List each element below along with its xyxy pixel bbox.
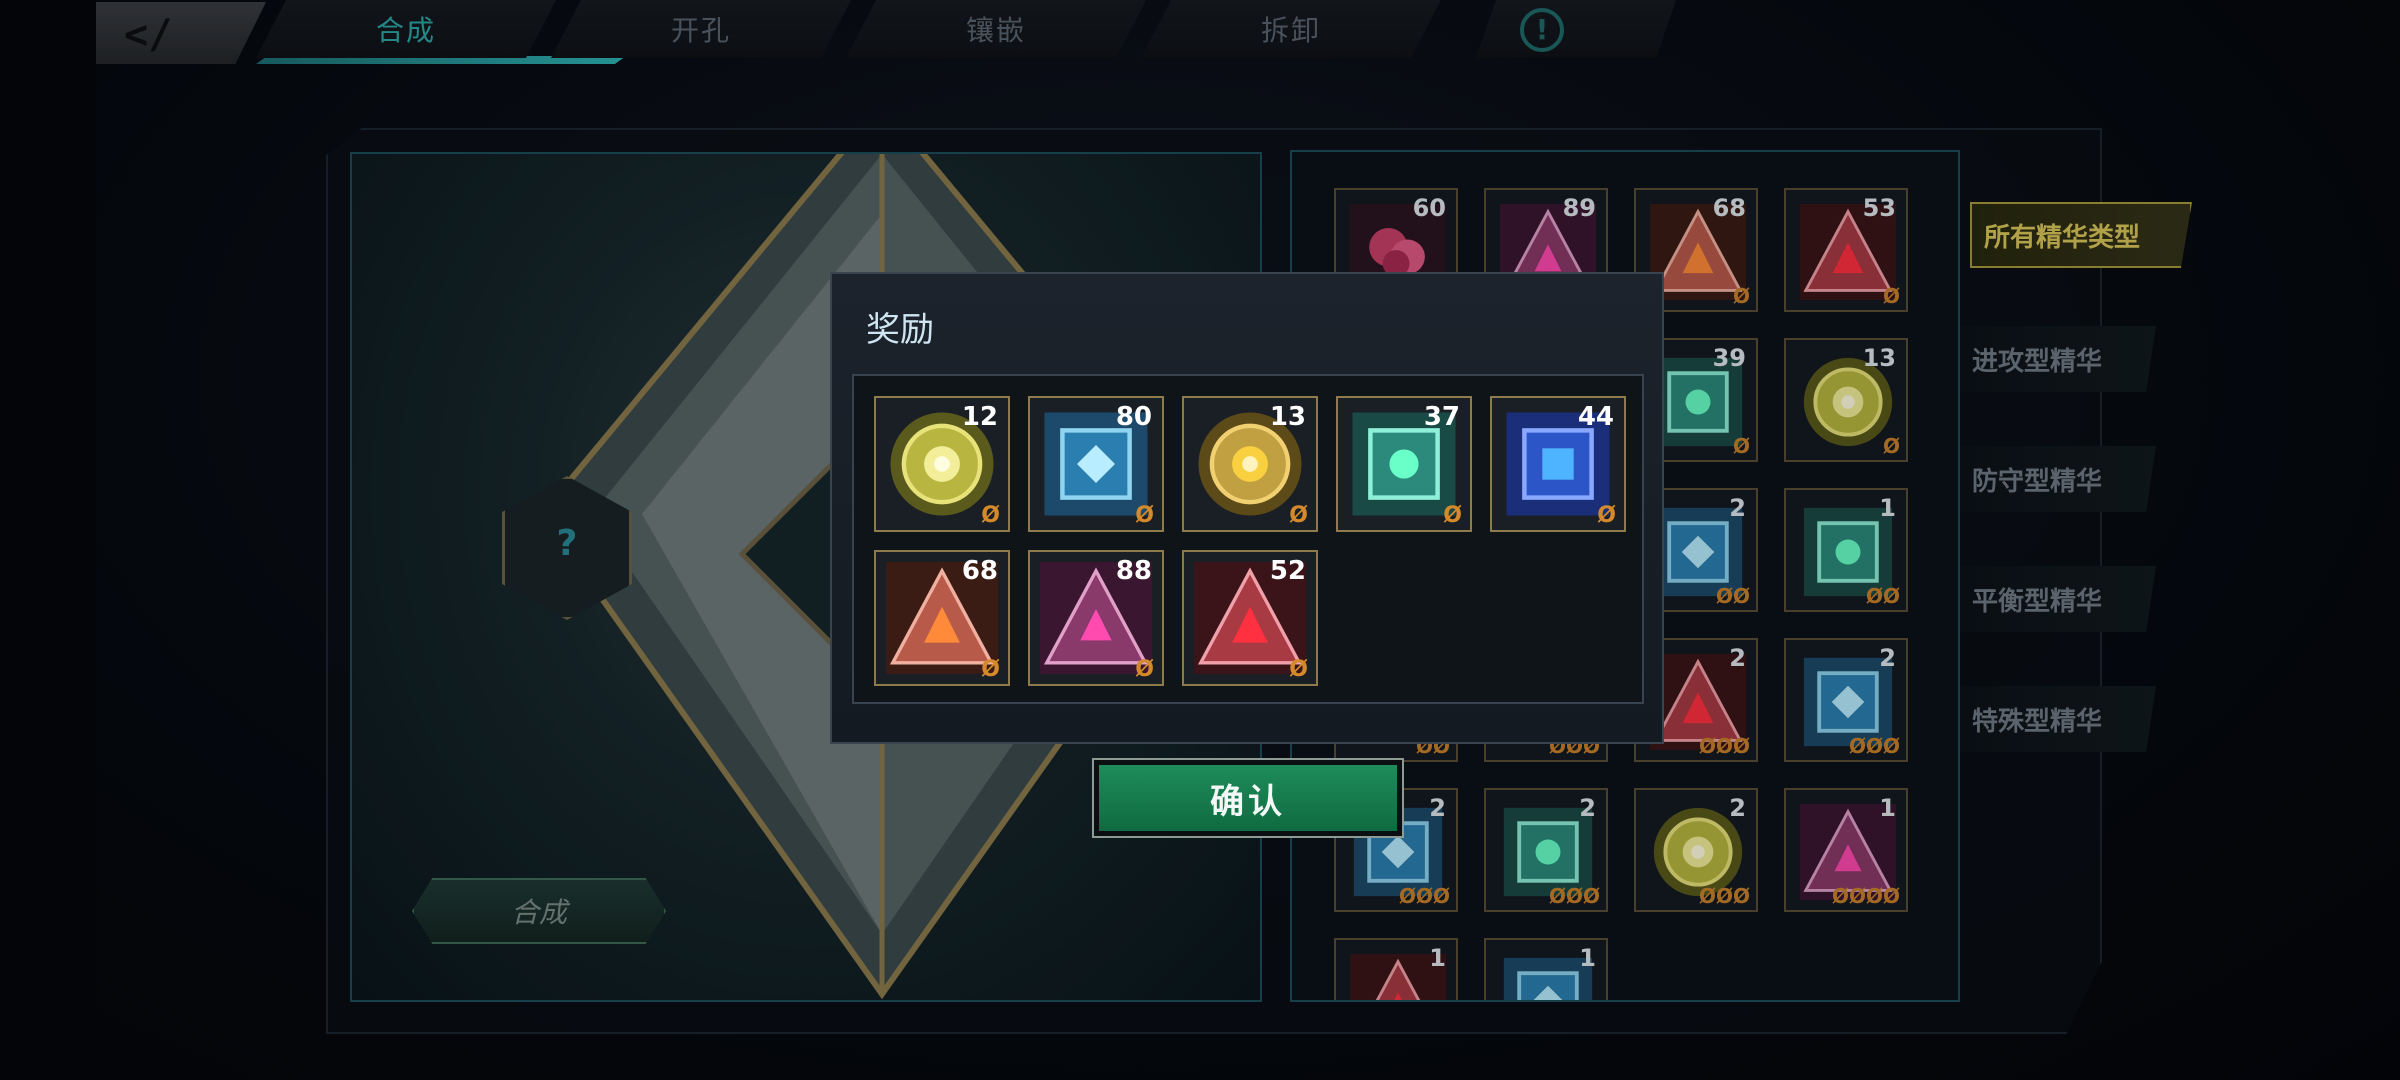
socket-slots: Ø bbox=[1135, 657, 1154, 682]
confirm-button[interactable]: 确认 bbox=[1092, 758, 1404, 838]
socket-slots: Ø bbox=[1135, 503, 1154, 528]
reward-dialog: 奖励 12 Ø 80 Ø 13 Ø 37 Ø 44 Ø 68 Ø 88 Ø 52 Ø bbox=[830, 272, 1664, 744]
reward-count: 68 bbox=[961, 556, 998, 586]
reward-count: 44 bbox=[1577, 402, 1614, 432]
socket-slots: Ø bbox=[1443, 503, 1462, 528]
reward-item[interactable]: 88 Ø bbox=[1028, 550, 1164, 686]
socket-slots: Ø bbox=[981, 503, 1000, 528]
reward-count: 88 bbox=[1115, 556, 1152, 586]
reward-item[interactable]: 80 Ø bbox=[1028, 396, 1164, 532]
socket-slots: Ø bbox=[981, 657, 1000, 682]
reward-item[interactable]: 37 Ø bbox=[1336, 396, 1472, 532]
reward-count: 52 bbox=[1269, 556, 1306, 586]
reward-count: 80 bbox=[1115, 402, 1152, 432]
reward-item[interactable]: 12 Ø bbox=[874, 396, 1010, 532]
reward-count: 12 bbox=[961, 402, 998, 432]
confirm-label: 确认 bbox=[1099, 765, 1397, 831]
reward-item[interactable]: 52 Ø bbox=[1182, 550, 1318, 686]
socket-slots: Ø bbox=[1289, 657, 1308, 682]
reward-count: 13 bbox=[1269, 402, 1306, 432]
reward-item[interactable]: 13 Ø bbox=[1182, 396, 1318, 532]
socket-slots: Ø bbox=[1289, 503, 1308, 528]
reward-item[interactable]: 44 Ø bbox=[1490, 396, 1626, 532]
reward-count: 37 bbox=[1423, 402, 1460, 432]
socket-slots: Ø bbox=[1597, 503, 1616, 528]
reward-item[interactable]: 68 Ø bbox=[874, 550, 1010, 686]
dialog-title: 奖励 bbox=[866, 310, 934, 350]
reward-grid: 12 Ø 80 Ø 13 Ø 37 Ø 44 Ø 68 Ø 88 Ø 52 Ø bbox=[852, 374, 1644, 704]
